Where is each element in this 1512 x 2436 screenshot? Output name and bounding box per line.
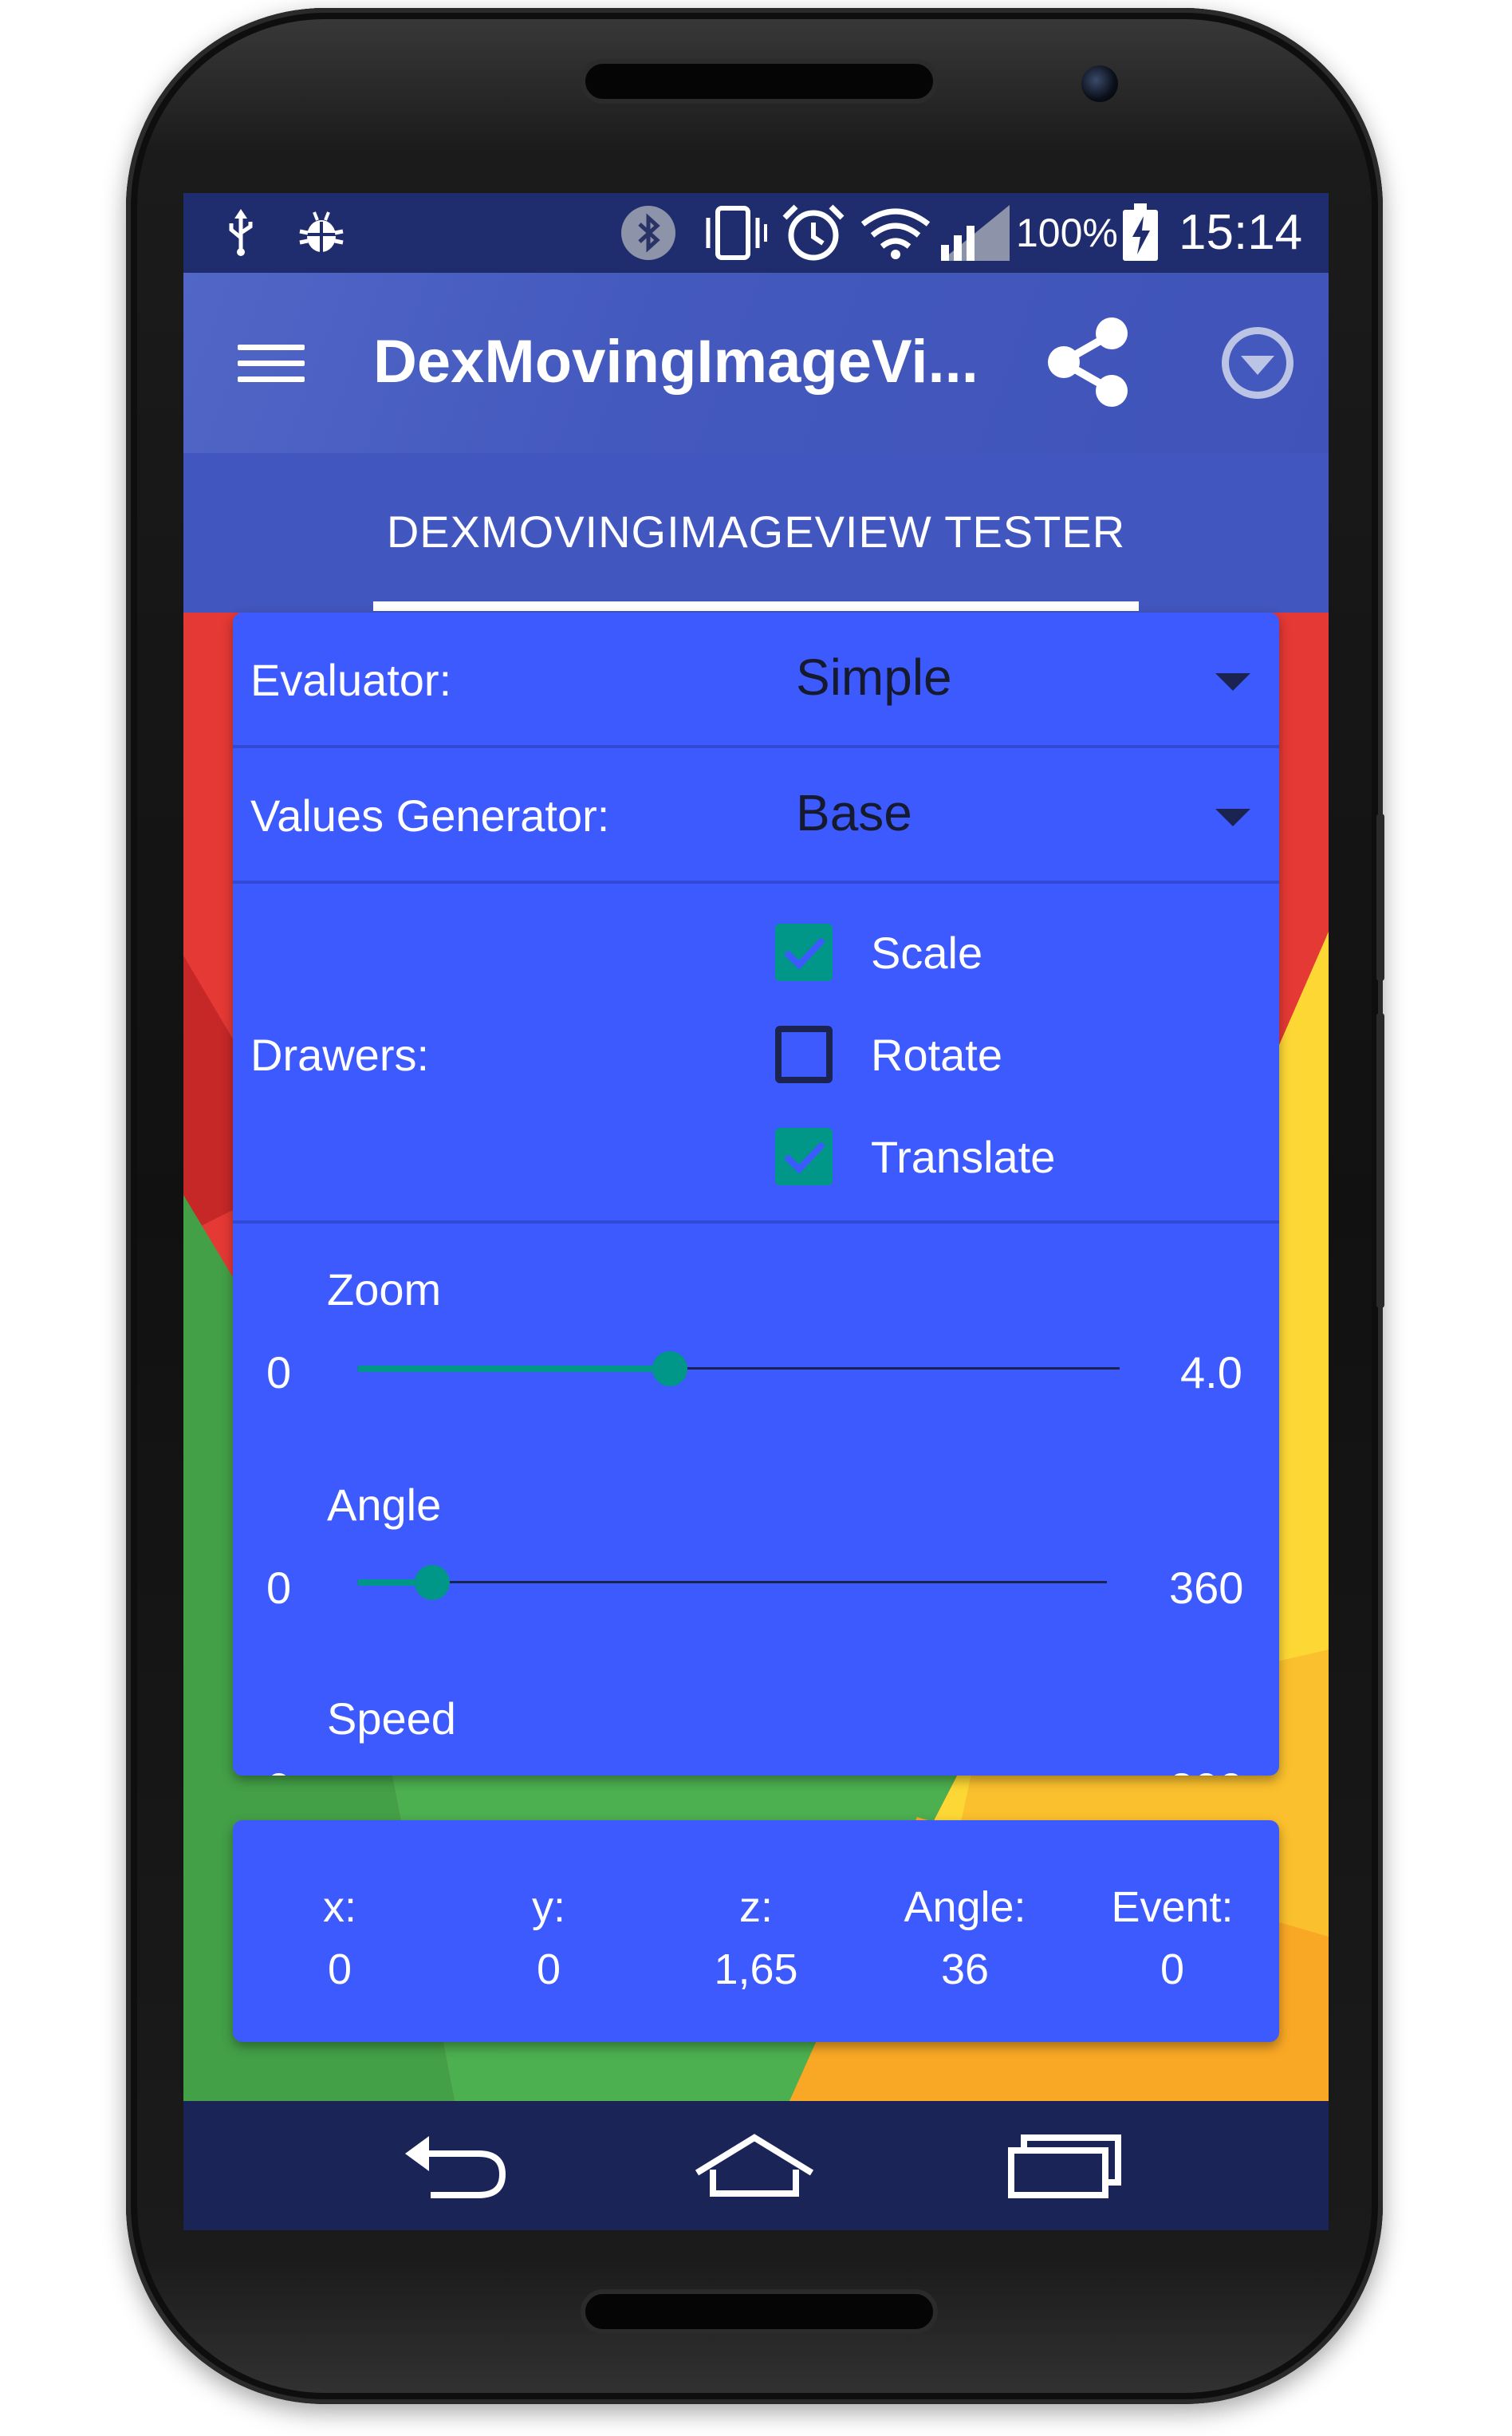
speed-min: 0 <box>266 1763 291 1776</box>
scale-label: Scale <box>871 928 983 978</box>
alarm-icon <box>782 204 845 261</box>
tab-dexmovingimageview-tester[interactable]: DEXMOVINGIMAGEVIEW TESTER <box>373 506 1139 558</box>
zoom-slider-fill <box>357 1366 670 1372</box>
stat-z: z: 1,65 <box>652 1876 860 2000</box>
translate-checkbox[interactable] <box>775 1128 833 1185</box>
zoom-max: 4.0 <box>1180 1347 1242 1397</box>
values-generator-spinner[interactable]: Base <box>796 783 912 842</box>
bluetooth-icon <box>620 206 676 260</box>
translate-label: Translate <box>871 1132 1056 1182</box>
home-icon[interactable] <box>691 2125 818 2205</box>
rotate-label: Rotate <box>871 1030 1002 1080</box>
stat-angle: Angle: 36 <box>861 1876 1069 2000</box>
evaluator-label: Evaluator: <box>250 655 452 705</box>
stat-z-label: z: <box>738 1883 773 1931</box>
bottom-speaker <box>581 2289 938 2334</box>
settings-card: Evaluator: Simple Values Generator: Base… <box>233 613 1279 1776</box>
stats-card: x: 0 y: 0 z: 1,65 Angle: 36 Event: 0 <box>233 1820 1279 2042</box>
wifi-icon <box>860 208 931 259</box>
zoom-label: Zoom <box>327 1264 442 1315</box>
power-button <box>1376 814 1384 981</box>
speed-max: 200 <box>1169 1763 1243 1776</box>
app-bar: DexMovingImageVi... <box>183 273 1329 453</box>
front-camera <box>1081 65 1118 102</box>
clock: 15:14 <box>1179 205 1303 260</box>
recents-icon[interactable] <box>1005 2125 1124 2205</box>
top-speaker <box>581 59 938 104</box>
share-icon[interactable] <box>1037 311 1140 415</box>
tab-indicator <box>373 601 1139 611</box>
stat-z-value: 1,65 <box>714 1945 798 1993</box>
values-generator-label: Values Generator: <box>250 790 610 841</box>
stat-event-value: 0 <box>1160 1945 1185 1993</box>
stat-event: Event: 0 <box>1069 1876 1276 2000</box>
angle-max: 360 <box>1169 1563 1244 1613</box>
rotate-checkbox[interactable] <box>775 1026 833 1083</box>
divider <box>233 881 1279 884</box>
angle-min: 0 <box>266 1563 292 1613</box>
drawers-label: Drawers: <box>250 1030 430 1080</box>
volume-button <box>1376 1013 1384 1308</box>
evaluator-spinner[interactable]: Simple <box>796 648 952 707</box>
screen: 100% 15:14 DexMovingImageVi... DEXMOVING… <box>183 193 1329 2230</box>
stat-y-value: 0 <box>536 1945 561 1993</box>
battery-charging-icon <box>1121 203 1160 261</box>
divider <box>233 745 1279 748</box>
stat-angle-label: Angle: <box>904 1883 1026 1931</box>
back-icon[interactable] <box>399 2125 510 2205</box>
navigation-bar <box>183 2101 1329 2230</box>
angle-label: Angle <box>327 1480 442 1530</box>
stat-y: y: 0 <box>445 1876 652 2000</box>
status-bar: 100% 15:14 <box>183 193 1329 273</box>
evaluator-dropdown-arrow[interactable] <box>1215 673 1250 691</box>
stat-x-label: x: <box>322 1883 356 1931</box>
dropdown-circle-icon[interactable] <box>1214 319 1301 407</box>
vibrate-icon <box>702 206 769 260</box>
scale-checkbox[interactable] <box>775 924 833 981</box>
zoom-min: 0 <box>266 1347 292 1397</box>
zoom-slider-thumb[interactable] <box>652 1351 687 1386</box>
usb-icon <box>225 209 257 257</box>
tab-strip: DEXMOVINGIMAGEVIEW TESTER <box>183 453 1329 613</box>
stat-event-label: Event: <box>1111 1883 1234 1931</box>
values-generator-dropdown-arrow[interactable] <box>1215 809 1250 826</box>
app-title: DexMovingImageVi... <box>373 328 978 396</box>
menu-icon[interactable] <box>238 345 305 383</box>
stat-y-label: y: <box>531 1883 565 1931</box>
stat-x-value: 0 <box>327 1945 352 1993</box>
stat-angle-value: 36 <box>940 1945 990 1993</box>
debug-icon <box>295 209 348 257</box>
stat-x: x: 0 <box>236 1876 443 2000</box>
battery-percent: 100% <box>1016 211 1118 255</box>
angle-slider-thumb[interactable] <box>415 1565 450 1600</box>
speed-label: Speed <box>327 1693 456 1744</box>
signal-icon <box>939 205 1011 261</box>
angle-slider-track[interactable] <box>357 1581 1107 1583</box>
divider <box>233 1220 1279 1224</box>
